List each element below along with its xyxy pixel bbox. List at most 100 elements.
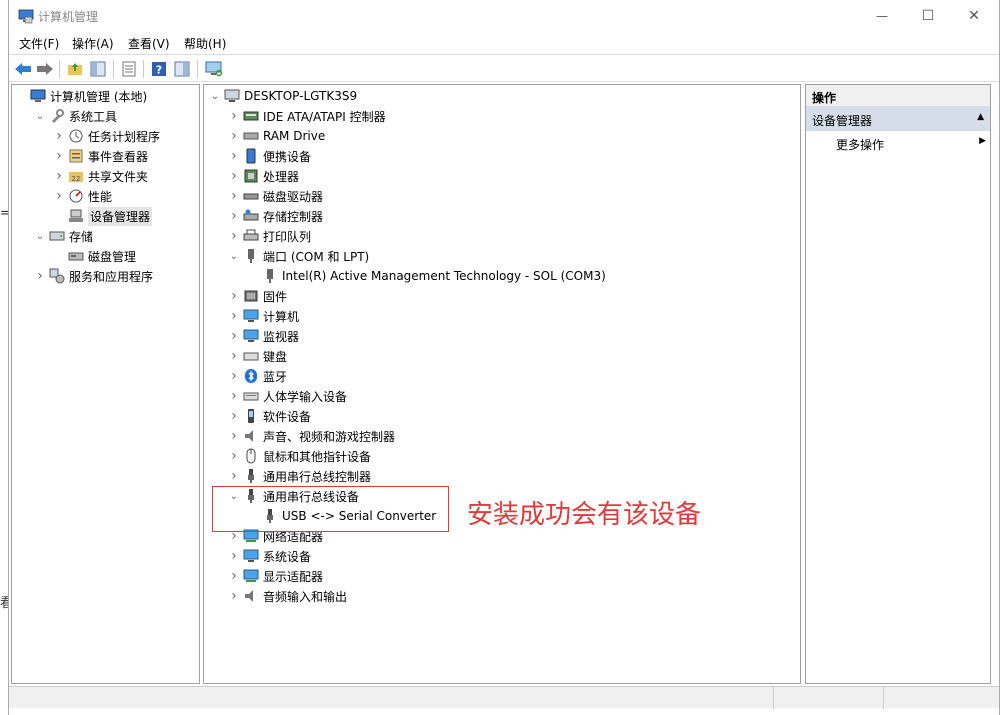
disk-management-icon: [68, 248, 84, 264]
disk-drive-icon: [243, 188, 259, 204]
console-tree-item[interactable]: › 服务和应用程序: [33, 266, 153, 286]
properties-button[interactable]: [119, 59, 139, 79]
menu-file[interactable]: 文件(F): [19, 35, 59, 52]
more-actions-item[interactable]: 更多操作 ▶: [806, 133, 990, 153]
console-tree-item-label: 事件查看器: [88, 149, 149, 164]
device-category[interactable]: › 系统设备: [227, 546, 311, 566]
back-button[interactable]: [13, 59, 33, 79]
console-tree-item[interactable]: › 22 共享文件夹: [52, 166, 148, 186]
expand-chevron-icon[interactable]: ›: [227, 168, 241, 184]
device-tree-root[interactable]: ⌄ DESKTOP-LGTK3S9: [208, 86, 357, 106]
processor-icon: [243, 168, 259, 184]
collapse-chevron-icon[interactable]: ⌄: [33, 109, 47, 123]
device-category[interactable]: › 键盘: [227, 346, 287, 366]
expand-chevron-icon[interactable]: ›: [227, 588, 241, 604]
expand-chevron-icon[interactable]: ›: [227, 428, 241, 444]
expand-chevron-icon[interactable]: ›: [227, 388, 241, 404]
expand-chevron-icon[interactable]: ›: [227, 348, 241, 364]
expand-chevron-icon[interactable]: ›: [52, 128, 66, 144]
maximize-button[interactable]: ☐: [905, 0, 951, 32]
device-category[interactable]: › 存储控制器: [227, 206, 323, 226]
menu-help[interactable]: 帮助(H): [184, 35, 226, 52]
expand-chevron-icon[interactable]: ›: [227, 548, 241, 564]
console-tree-icon: [90, 61, 106, 77]
device-category[interactable]: › RAM Drive: [227, 126, 325, 146]
maximize-icon: ☐: [921, 8, 935, 24]
expand-chevron-icon[interactable]: ›: [227, 568, 241, 584]
toolbar-separator: [59, 60, 60, 78]
console-tree-item[interactable]: › 性能: [52, 186, 112, 206]
device-category[interactable]: › 便携设备: [227, 146, 311, 166]
up-folder-icon: [68, 63, 82, 75]
console-tree-item[interactable]: ⌄ 存储: [33, 226, 93, 246]
expand-chevron-icon[interactable]: ›: [52, 188, 66, 204]
collapse-chevron-icon[interactable]: ⌄: [33, 229, 47, 243]
device-category[interactable]: › 打印队列: [227, 226, 311, 246]
expand-chevron-icon[interactable]: ›: [227, 368, 241, 384]
mouse-icon: [243, 448, 259, 464]
expand-chevron-icon[interactable]: ›: [33, 268, 47, 284]
action-pane-toggle-button[interactable]: [172, 59, 192, 79]
console-tree-item[interactable]: 设备管理器: [52, 206, 153, 226]
device-category[interactable]: › 软件设备: [227, 406, 311, 426]
port-device-icon: [262, 268, 278, 284]
device-label: 打印队列: [263, 229, 312, 244]
device-item[interactable]: Intel(R) Active Management Technology - …: [246, 266, 606, 286]
expand-chevron-icon[interactable]: ›: [227, 188, 241, 204]
collapse-chevron-icon[interactable]: ⌄: [208, 89, 222, 103]
keyboard-icon: [243, 348, 259, 364]
expand-chevron-icon[interactable]: ›: [52, 148, 66, 164]
device-label: 显示适配器: [263, 569, 324, 584]
device-category[interactable]: › 磁盘驱动器: [227, 186, 323, 206]
device-category[interactable]: ⌄ 端口 (COM 和 LPT): [227, 246, 369, 266]
collapse-up-icon[interactable]: ▲: [977, 112, 984, 122]
expand-chevron-icon[interactable]: ›: [227, 128, 241, 144]
computer-icon: [243, 308, 259, 324]
actions-section-device-manager[interactable]: 设备管理器 ▲: [806, 107, 990, 131]
console-tree-item[interactable]: › 任务计划程序: [52, 126, 160, 146]
up-folder-button[interactable]: [65, 59, 85, 79]
device-category[interactable]: › 计算机: [227, 306, 299, 326]
menu-view[interactable]: 查看(V): [128, 35, 170, 52]
expand-chevron-icon[interactable]: ›: [227, 468, 241, 484]
help-button[interactable]: ?: [149, 59, 169, 79]
menu-action[interactable]: 操作(A): [72, 35, 114, 52]
expand-chevron-icon[interactable]: ›: [227, 108, 241, 124]
device-category[interactable]: › 固件: [227, 286, 287, 306]
device-category[interactable]: › IDE ATA/ATAPI 控制器: [227, 106, 385, 126]
toolbar-separator: [113, 60, 114, 78]
expand-chevron-icon[interactable]: ›: [227, 288, 241, 304]
scan-hardware-button[interactable]: [204, 59, 224, 79]
device-label: 存储控制器: [263, 209, 324, 224]
svg-text:22: 22: [72, 175, 81, 183]
device-category[interactable]: › 人体学输入设备: [227, 386, 347, 406]
expand-chevron-icon[interactable]: ›: [52, 168, 66, 184]
console-tree-item[interactable]: 磁盘管理: [52, 246, 136, 266]
minimize-button[interactable]: —: [859, 0, 905, 32]
console-tree-item[interactable]: ⌄ 系统工具: [33, 106, 117, 126]
show-hide-tree-button[interactable]: [88, 59, 108, 79]
device-category[interactable]: › 音频输入和输出: [227, 586, 347, 606]
expand-chevron-icon[interactable]: ›: [227, 408, 241, 424]
device-category[interactable]: › 蓝牙: [227, 366, 287, 386]
expand-chevron-icon[interactable]: ›: [227, 208, 241, 224]
software-device-icon: [243, 408, 259, 424]
device-category[interactable]: › 处理器: [227, 166, 299, 186]
device-category[interactable]: › 通用串行总线控制器: [227, 466, 371, 486]
forward-button[interactable]: [35, 59, 55, 79]
close-button[interactable]: ✕: [951, 0, 997, 32]
device-category[interactable]: › 显示适配器: [227, 566, 323, 586]
device-label: 鼠标和其他指针设备: [263, 449, 372, 464]
collapse-chevron-icon[interactable]: ⌄: [227, 249, 241, 263]
console-tree-item[interactable]: › 事件查看器: [52, 146, 148, 166]
device-category[interactable]: › 监视器: [227, 326, 299, 346]
expand-chevron-icon[interactable]: ›: [227, 228, 241, 244]
device-category[interactable]: › 声音、视频和游戏控制器: [227, 426, 395, 446]
expand-chevron-icon[interactable]: ›: [227, 148, 241, 164]
expand-chevron-icon[interactable]: ›: [227, 448, 241, 464]
more-actions-label: 更多操作: [836, 138, 885, 152]
expand-chevron-icon[interactable]: ›: [227, 308, 241, 324]
expand-chevron-icon[interactable]: ›: [227, 328, 241, 344]
device-category[interactable]: › 鼠标和其他指针设备: [227, 446, 371, 466]
console-tree-item[interactable]: 计算机管理 (本地): [14, 86, 147, 106]
